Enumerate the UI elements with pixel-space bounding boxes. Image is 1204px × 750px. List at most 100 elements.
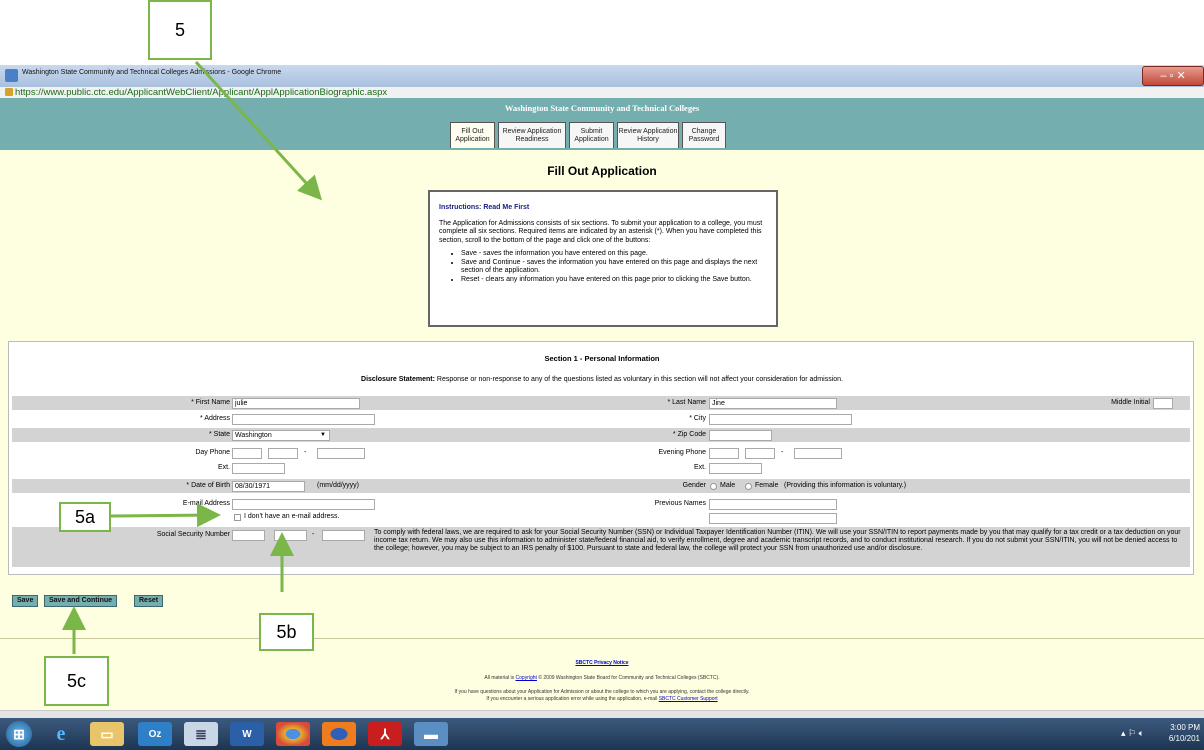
instructions-title: Instructions: Read Me First xyxy=(439,204,530,211)
privacy-notice-link[interactable]: SBCTC Privacy Notice xyxy=(575,660,628,666)
tab-submit-application[interactable]: Submit Application xyxy=(569,122,614,148)
state-value: Washington xyxy=(235,432,272,439)
list-item: Reset - clears any information you have … xyxy=(461,276,768,284)
save-button[interactable]: Save xyxy=(12,595,39,607)
tab-review-application-history[interactable]: Review Application History xyxy=(617,122,679,148)
page-title: Fill Out Application xyxy=(547,164,657,178)
evening-ext-input[interactable] xyxy=(709,463,762,474)
evening-phone-line-input[interactable] xyxy=(794,448,842,459)
email-label: E-mail Address xyxy=(182,500,230,507)
page-icon xyxy=(5,69,18,82)
city-input[interactable] xyxy=(709,414,852,425)
instructions-box: Instructions: Read Me First The Applicat… xyxy=(428,190,778,327)
dob-label: * Date of Birth xyxy=(186,482,230,489)
windows-taskbar: ⊞ e ▭ Oz ≣ W ⅄ ▬ ▴ ⚐ 🔈︎ 3:00 PM 6/10/201 xyxy=(0,718,1204,750)
previous-names-input-1[interactable] xyxy=(709,499,837,510)
tab-fill-out-application[interactable]: Fill Out Application xyxy=(450,122,495,148)
phone-dash: - xyxy=(781,449,784,456)
gender-female-label: Female xyxy=(755,482,779,489)
list-item: Save and Continue - saves the informatio… xyxy=(461,259,768,275)
middle-initial-input[interactable] xyxy=(1153,398,1173,409)
site-header: Washington State Community and Technical… xyxy=(0,98,1204,150)
callout-5b: 5b xyxy=(259,613,314,651)
no-email-checkbox[interactable] xyxy=(234,514,241,521)
copyright-pre: All material is xyxy=(484,675,515,681)
file-explorer-icon[interactable]: ▭ xyxy=(90,722,124,746)
window-controls[interactable]: ‒ ▫ ✕ xyxy=(1142,66,1204,86)
acrobat-icon[interactable]: ⅄ xyxy=(368,722,402,746)
notepad-icon[interactable]: ≣ xyxy=(184,722,218,746)
firefox-icon[interactable] xyxy=(322,722,356,746)
day-phone-label: Day Phone xyxy=(195,449,230,456)
list-item: Save - saves the information you have en… xyxy=(461,250,768,258)
email-input[interactable] xyxy=(232,499,375,510)
system-tray[interactable]: ▴ ⚐ 🔈︎ xyxy=(1121,728,1144,739)
last-name-input[interactable]: Jine xyxy=(709,398,837,409)
internet-explorer-icon[interactable]: e xyxy=(44,722,78,746)
gender-female-radio[interactable] xyxy=(745,483,752,490)
callout-5a: 5a xyxy=(59,502,111,532)
callout-5c: 5c xyxy=(44,656,109,706)
clock-date: 6/10/201 xyxy=(1168,734,1200,743)
outlook-icon[interactable]: Oz xyxy=(138,722,172,746)
copyright-post: © 2009 Washington State Board for Commun… xyxy=(538,675,720,681)
ssn-part3-input[interactable] xyxy=(322,530,365,541)
day-phone-area-input[interactable] xyxy=(232,448,262,459)
copyright-link[interactable]: Copyright xyxy=(516,675,537,681)
gender-male-label: Male xyxy=(720,482,736,489)
last-name-label: * Last Name xyxy=(667,399,706,406)
clock-time: 3:00 PM xyxy=(1170,723,1200,732)
url-text[interactable]: https://www.public.ctc.edu/ApplicantWebC… xyxy=(15,87,387,98)
previous-names-label: Previous Names xyxy=(654,500,706,507)
previous-names-input-2[interactable] xyxy=(709,513,837,524)
word-icon[interactable]: W xyxy=(230,722,264,746)
chrome-icon[interactable] xyxy=(276,722,310,746)
taskbar-clock[interactable]: 3:00 PM 6/10/201 xyxy=(1169,722,1200,744)
evening-phone-area-input[interactable] xyxy=(709,448,739,459)
tab-change-password[interactable]: Change Password xyxy=(682,122,726,148)
chevron-down-icon: ▼ xyxy=(320,432,326,438)
dob-format-hint: (mm/dd/yyyy) xyxy=(317,482,359,489)
form-row-name: * First Name julie * Last Name Jine Midd… xyxy=(12,396,1190,410)
gender-male-radio[interactable] xyxy=(710,483,717,490)
city-label: * City xyxy=(689,415,706,422)
ssn-part2-input[interactable] xyxy=(274,530,307,541)
tab-review-application-readiness[interactable]: Review Application Readiness xyxy=(498,122,566,148)
nav-tabs: Fill Out Application Review Application … xyxy=(450,122,729,148)
form-row-address: * Address * City xyxy=(12,412,1190,426)
start-button[interactable]: ⊞ xyxy=(6,721,32,747)
save-and-continue-button[interactable]: Save and Continue xyxy=(44,595,118,607)
disclosure-statement: Disclosure Statement: Response or non-re… xyxy=(9,376,1195,383)
disclosure-text: Response or non-response to any of the q… xyxy=(436,376,843,383)
ssn-dash: - xyxy=(312,531,315,538)
footer-help-1: If you have questions about your Applica… xyxy=(454,689,750,695)
site-title: Washington State Community and Technical… xyxy=(504,103,700,113)
window-app-icon[interactable]: ▬ xyxy=(414,722,448,746)
day-ext-input[interactable] xyxy=(232,463,285,474)
section-title: Section 1 - Personal Information xyxy=(544,354,660,363)
ssn-part1-input[interactable] xyxy=(232,530,265,541)
state-select[interactable]: Washington ▼ xyxy=(232,430,330,441)
first-name-input[interactable]: julie xyxy=(232,398,360,409)
instructions-body: The Application for Admissions consists … xyxy=(439,220,763,244)
day-phone-line-input[interactable] xyxy=(317,448,365,459)
address-input[interactable] xyxy=(232,414,375,425)
day-phone-prefix-input[interactable] xyxy=(268,448,298,459)
evening-phone-prefix-input[interactable] xyxy=(745,448,775,459)
phone-dash: - xyxy=(304,449,307,456)
zip-code-input[interactable] xyxy=(709,430,772,441)
footer-copyright: All material is Copyright © 2009 Washing… xyxy=(0,675,1204,681)
window-title-bar: Washington State Community and Technical… xyxy=(0,65,1204,88)
form-row-state: * State Washington ▼ * Zip Code xyxy=(12,428,1190,442)
first-name-label: * First Name xyxy=(191,399,230,406)
callout-5: 5 xyxy=(148,0,212,60)
zip-code-label: * Zip Code xyxy=(672,431,706,438)
help-line2-text: If you encounter a serious application e… xyxy=(486,696,658,702)
gender-note: (Providing this information is voluntary… xyxy=(784,482,907,489)
footer-privacy: SBCTC Privacy Notice xyxy=(0,660,1204,666)
form-row-ssn: Social Security Number - To comply with … xyxy=(12,527,1190,567)
window-title: Washington State Community and Technical… xyxy=(22,69,282,76)
reset-button[interactable]: Reset xyxy=(134,595,164,607)
dob-input[interactable]: 08/30/1971 xyxy=(232,481,305,492)
customer-support-link[interactable]: SBCTC Customer Support xyxy=(659,696,718,702)
